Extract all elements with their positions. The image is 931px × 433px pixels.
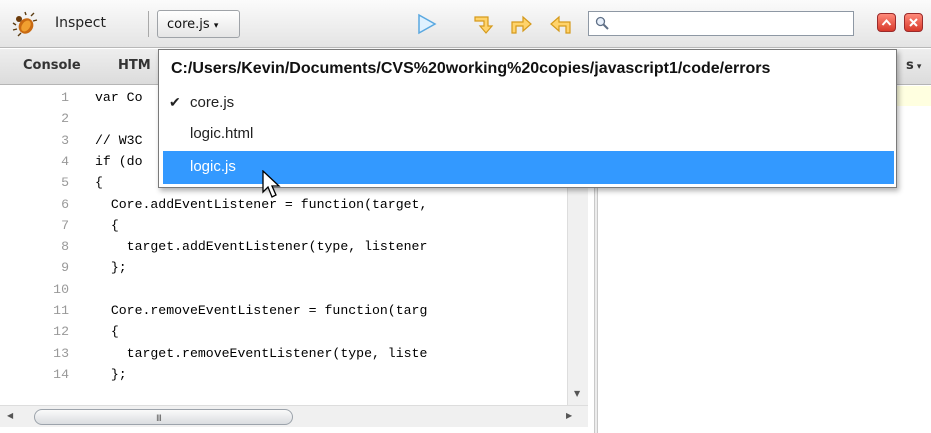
line-number[interactable]: 2 <box>0 111 69 126</box>
check-icon: ✔ <box>169 94 181 110</box>
tab-options-label: s <box>906 58 914 73</box>
line-number[interactable]: 1 <box>0 90 69 105</box>
line-number[interactable]: 7 <box>0 218 69 233</box>
code-text: }; <box>95 366 127 382</box>
toolbar-separator <box>148 11 149 37</box>
chevron-down-icon: ▾ <box>213 21 219 31</box>
code-text: }; <box>95 260 127 276</box>
close-button[interactable] <box>904 13 923 32</box>
code-text: target.addEventListener(type, listener <box>95 239 428 255</box>
inspect-button[interactable]: Inspect <box>55 15 106 31</box>
firebug-icon[interactable] <box>12 11 38 37</box>
tab-options[interactable]: s ▾ <box>906 58 921 73</box>
code-line[interactable]: 8 target.addEventListener(type, listener <box>0 239 567 260</box>
scroll-left-arrow-icon[interactable]: ◀ <box>7 411 13 420</box>
dropdown-item-label: logic.js <box>190 158 236 175</box>
line-number[interactable]: 12 <box>0 324 69 339</box>
code-text: Core.removeEventListener = function(targ <box>95 303 428 318</box>
script-file-dropdown: C:/Users/Kevin/Documents/CVS%20working%2… <box>158 49 897 188</box>
script-file-selector[interactable]: core.js ▾ <box>157 10 240 38</box>
code-text: // W3C <box>95 132 143 148</box>
code-line[interactable]: 12 { <box>0 324 567 345</box>
code-text: { <box>95 217 119 233</box>
code-text: var Co <box>95 90 143 105</box>
dropdown-item-label: logic.html <box>190 125 254 142</box>
line-number[interactable]: 6 <box>0 197 69 212</box>
search-field[interactable] <box>588 11 854 36</box>
code-line[interactable]: 7 { <box>0 218 567 239</box>
line-number[interactable]: 14 <box>0 367 69 382</box>
chevron-up-icon <box>881 18 892 26</box>
tab-console[interactable]: Console <box>23 58 81 73</box>
scroll-right-arrow-icon[interactable]: ▶ <box>566 411 572 420</box>
horizontal-scrollbar[interactable]: ◀ III ▶ <box>0 405 588 427</box>
tab-html[interactable]: HTM <box>118 58 151 73</box>
line-number[interactable]: 3 <box>0 133 69 148</box>
continue-icon[interactable] <box>414 12 440 36</box>
step-out-icon[interactable] <box>548 12 574 36</box>
mouse-cursor-icon <box>262 170 281 198</box>
dropdown-item-label: core.js <box>190 94 235 111</box>
chevron-down-icon: ▾ <box>913 62 922 72</box>
code-text: { <box>95 324 119 340</box>
code-line[interactable]: 11 Core.removeEventListener = function(t… <box>0 303 567 324</box>
line-number[interactable]: 10 <box>0 282 69 297</box>
code-text: if (do <box>95 153 143 169</box>
line-number[interactable]: 4 <box>0 154 69 169</box>
search-icon <box>595 16 609 30</box>
minimize-button[interactable] <box>877 13 896 32</box>
line-number[interactable]: 8 <box>0 239 69 254</box>
scroll-grip: III <box>156 414 162 424</box>
dropdown-path-header: C:/Users/Kevin/Documents/CVS%20working%2… <box>171 60 771 77</box>
toolbar: Inspect core.js ▾ <box>0 0 931 48</box>
code-line[interactable]: 14 }; <box>0 367 567 388</box>
code-line[interactable]: 10 <box>0 282 567 303</box>
code-line[interactable]: 13 target.removeEventListener(type, list… <box>0 346 567 367</box>
dropdown-item-logic-html[interactable]: logic.html <box>163 118 894 151</box>
line-number[interactable]: 11 <box>0 303 69 318</box>
line-number[interactable]: 13 <box>0 346 69 361</box>
line-number[interactable]: 9 <box>0 260 69 275</box>
step-into-icon[interactable] <box>508 12 534 36</box>
code-text: { <box>95 175 103 191</box>
horizontal-scroll-thumb[interactable]: III <box>34 409 293 425</box>
scroll-down-arrow-icon[interactable]: ▼ <box>574 389 580 398</box>
code-text: target.removeEventListener(type, liste <box>95 345 428 361</box>
script-file-label: core.js <box>167 17 210 32</box>
close-icon <box>909 18 918 27</box>
step-over-icon[interactable] <box>470 12 496 36</box>
code-line[interactable]: 9 }; <box>0 260 567 281</box>
line-number[interactable]: 5 <box>0 175 69 190</box>
dropdown-item-core-js[interactable]: ✔ core.js <box>163 87 894 120</box>
